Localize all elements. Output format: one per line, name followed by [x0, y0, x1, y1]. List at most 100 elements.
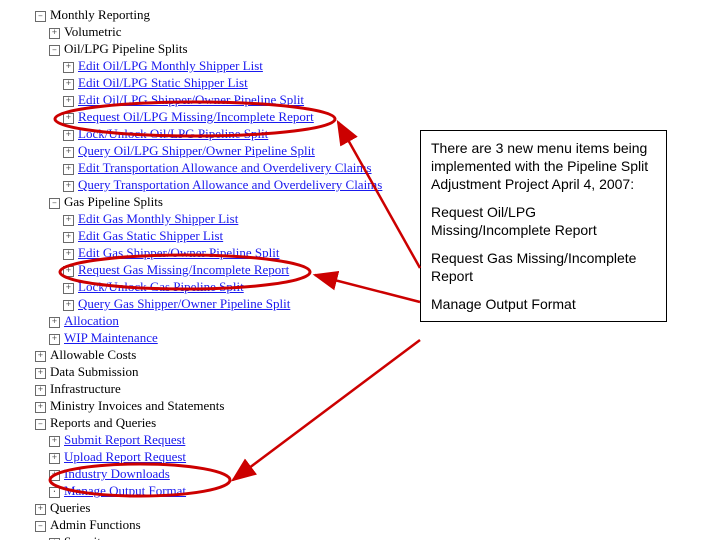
expand-icon[interactable]: [63, 215, 74, 226]
expand-icon[interactable]: [35, 368, 46, 379]
tree-node[interactable]: Request Gas Missing/Incomplete Report: [63, 261, 382, 278]
tree-label[interactable]: Edit Gas Monthly Shipper List: [78, 211, 238, 226]
tree-node[interactable]: Edit Gas Monthly Shipper List: [63, 210, 382, 227]
tree-node[interactable]: Query Oil/LPG Shipper/Owner Pipeline Spl…: [63, 142, 382, 159]
expand-icon[interactable]: [35, 385, 46, 396]
tree-label[interactable]: Submit Report Request: [64, 432, 185, 447]
collapse-icon[interactable]: [35, 521, 46, 532]
expand-icon[interactable]: [49, 317, 60, 328]
tree-label: Infrastructure: [50, 381, 121, 396]
tree-node[interactable]: Volumetric: [49, 23, 382, 40]
tree-node[interactable]: Query Gas Shipper/Owner Pipeline Split: [63, 295, 382, 312]
collapse-icon[interactable]: [35, 11, 46, 22]
tree-node[interactable]: Edit Gas Static Shipper List: [63, 227, 382, 244]
tree-node[interactable]: Edit Oil/LPG Static Shipper List: [63, 74, 382, 91]
expand-icon[interactable]: [49, 470, 60, 481]
callout-item-2: Request Gas Missing/Incomplete Report: [431, 249, 656, 285]
callout-box: There are 3 new menu items being impleme…: [420, 130, 667, 322]
tree-node[interactable]: Reports and Queries: [35, 414, 382, 431]
expand-icon[interactable]: [63, 300, 74, 311]
tree-node[interactable]: Infrastructure: [35, 380, 382, 397]
collapse-icon[interactable]: [49, 45, 60, 56]
expand-icon[interactable]: [49, 436, 60, 447]
tree-label[interactable]: Lock/Unlock Gas Pipeline Split: [78, 279, 244, 294]
callout-intro: There are 3 new menu items being impleme…: [431, 139, 656, 193]
tree-node[interactable]: Monthly Reporting: [35, 6, 382, 23]
tree-label: Oil/LPG Pipeline Splits: [64, 41, 188, 56]
tree-node[interactable]: Gas Pipeline Splits: [49, 193, 382, 210]
expand-icon[interactable]: [49, 334, 60, 345]
tree-label: Admin Functions: [50, 517, 141, 532]
tree-node[interactable]: Edit Oil/LPG Shipper/Owner Pipeline Spli…: [63, 91, 382, 108]
expand-icon[interactable]: [63, 232, 74, 243]
collapse-icon[interactable]: [35, 419, 46, 430]
tree-label: Allowable Costs: [50, 347, 136, 362]
tree-node[interactable]: Oil/LPG Pipeline Splits: [49, 40, 382, 57]
expand-icon[interactable]: [49, 453, 60, 464]
expand-icon[interactable]: [35, 504, 46, 515]
tree-label[interactable]: Allocation: [64, 313, 119, 328]
tree-label[interactable]: Edit Gas Shipper/Owner Pipeline Split: [78, 245, 279, 260]
tree-label[interactable]: Edit Oil/LPG Shipper/Owner Pipeline Spli…: [78, 92, 304, 107]
tree-label[interactable]: Upload Report Request: [64, 449, 186, 464]
tree-label[interactable]: WIP Maintenance: [64, 330, 158, 345]
tree-label: Ministry Invoices and Statements: [50, 398, 224, 413]
tree-node[interactable]: Request Oil/LPG Missing/Incomplete Repor…: [63, 108, 382, 125]
tree-label[interactable]: Query Oil/LPG Shipper/Owner Pipeline Spl…: [78, 143, 315, 158]
leaf-icon[interactable]: [49, 487, 60, 498]
tree-label[interactable]: Request Gas Missing/Incomplete Report: [78, 262, 289, 277]
expand-icon[interactable]: [63, 249, 74, 260]
expand-icon[interactable]: [63, 164, 74, 175]
expand-icon[interactable]: [63, 113, 74, 124]
tree-node[interactable]: Edit Gas Shipper/Owner Pipeline Split: [63, 244, 382, 261]
tree-label[interactable]: Edit Oil/LPG Monthly Shipper List: [78, 58, 263, 73]
expand-icon[interactable]: [63, 79, 74, 90]
tree-node[interactable]: Lock/Unlock Oil/LPG Pipeline Split: [63, 125, 382, 142]
expand-icon[interactable]: [63, 181, 74, 192]
tree-label: Queries: [50, 500, 90, 515]
tree-label[interactable]: Query Transportation Allowance and Overd…: [78, 177, 382, 192]
expand-icon[interactable]: [63, 283, 74, 294]
tree-node[interactable]: Lock/Unlock Gas Pipeline Split: [63, 278, 382, 295]
tree-node[interactable]: Data Submission: [35, 363, 382, 380]
tree-label[interactable]: Edit Oil/LPG Static Shipper List: [78, 75, 248, 90]
tree-node[interactable]: Edit Oil/LPG Monthly Shipper List: [63, 57, 382, 74]
tree-node[interactable]: Security: [49, 533, 382, 540]
tree-label: Data Submission: [50, 364, 138, 379]
expand-icon[interactable]: [63, 147, 74, 158]
expand-icon[interactable]: [35, 351, 46, 362]
tree-node[interactable]: Allowable Costs: [35, 346, 382, 363]
tree-label[interactable]: Manage Output Format: [64, 483, 186, 498]
expand-icon[interactable]: [63, 62, 74, 73]
tree-label: Monthly Reporting: [50, 7, 150, 22]
tree-label[interactable]: Industry Downloads: [64, 466, 170, 481]
tree-label[interactable]: Edit Transportation Allowance and Overde…: [78, 160, 372, 175]
tree-node[interactable]: Manage Output Format: [49, 482, 382, 499]
tree-node[interactable]: Admin Functions: [35, 516, 382, 533]
tree-node[interactable]: Ministry Invoices and Statements: [35, 397, 382, 414]
expand-icon[interactable]: [63, 96, 74, 107]
tree-label[interactable]: Edit Gas Static Shipper List: [78, 228, 223, 243]
tree-label: Security: [64, 534, 107, 540]
callout-item-1: Request Oil/LPG Missing/Incomplete Repor…: [431, 203, 656, 239]
tree-label[interactable]: Request Oil/LPG Missing/Incomplete Repor…: [78, 109, 314, 124]
expand-icon[interactable]: [49, 28, 60, 39]
expand-icon[interactable]: [63, 266, 74, 277]
callout-item-3: Manage Output Format: [431, 295, 656, 313]
tree-node[interactable]: Edit Transportation Allowance and Overde…: [63, 159, 382, 176]
tree-label[interactable]: Query Gas Shipper/Owner Pipeline Split: [78, 296, 290, 311]
tree-node[interactable]: Query Transportation Allowance and Overd…: [63, 176, 382, 193]
tree-label: Reports and Queries: [50, 415, 156, 430]
tree-node[interactable]: Upload Report Request: [49, 448, 382, 465]
collapse-icon[interactable]: [49, 198, 60, 209]
nav-tree: Monthly Reporting Volumetric Oil/LPG Pipel…: [35, 6, 382, 540]
expand-icon[interactable]: [63, 130, 74, 141]
tree-label: Volumetric: [64, 24, 122, 39]
tree-node[interactable]: Industry Downloads: [49, 465, 382, 482]
expand-icon[interactable]: [35, 402, 46, 413]
tree-label[interactable]: Lock/Unlock Oil/LPG Pipeline Split: [78, 126, 268, 141]
tree-node[interactable]: Allocation: [49, 312, 382, 329]
tree-node[interactable]: Submit Report Request: [49, 431, 382, 448]
tree-node[interactable]: Queries: [35, 499, 382, 516]
tree-node[interactable]: WIP Maintenance: [49, 329, 382, 346]
